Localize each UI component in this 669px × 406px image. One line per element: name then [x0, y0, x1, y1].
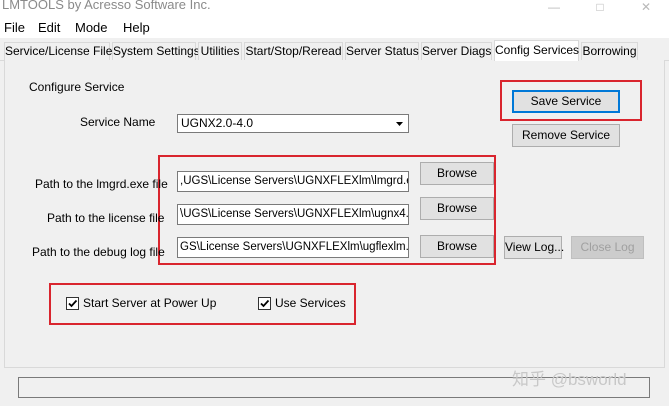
- menu-bar: File Edit Mode Help: [0, 18, 669, 38]
- lmgrd-path-label: Path to the lmgrd.exe file: [35, 177, 168, 191]
- debug-log-path-label: Path to the debug log file: [32, 245, 165, 259]
- tab-utilities[interactable]: Utilities: [198, 42, 242, 61]
- start-at-power-up-label: Start Server at Power Up: [83, 296, 217, 310]
- menu-help[interactable]: Help: [123, 20, 150, 35]
- start-at-power-up-checkbox[interactable]: [66, 297, 79, 310]
- service-name-value: UGNX2.0-4.0: [181, 116, 254, 130]
- tab-start-stop-reread[interactable]: Start/Stop/Reread: [244, 42, 343, 61]
- close-log-button[interactable]: Close Log: [571, 236, 644, 259]
- window-title: LMTOOLS by Acresso Software Inc.: [2, 0, 211, 12]
- maximize-icon[interactable]: □: [580, 0, 620, 16]
- menu-mode[interactable]: Mode: [75, 20, 108, 35]
- minimize-icon[interactable]: —: [534, 0, 574, 16]
- service-name-select[interactable]: UGNX2.0-4.0: [177, 114, 409, 133]
- browse-debug-log-button[interactable]: Browse: [420, 235, 494, 258]
- service-name-label: Service Name: [80, 115, 156, 129]
- watermark: 知乎 @bsworld: [512, 370, 627, 389]
- tab-service-license-file[interactable]: Service/License File: [4, 42, 112, 61]
- lmgrd-path-input[interactable]: ,UGS\License Servers\UGNXFLEXlm\lmgrd.ex…: [177, 171, 409, 192]
- use-services-label: Use Services: [275, 296, 346, 310]
- tab-config-services[interactable]: Config Services: [494, 40, 579, 61]
- tab-system-settings[interactable]: System Settings: [112, 42, 200, 61]
- tab-server-status[interactable]: Server Status: [345, 42, 419, 61]
- remove-service-button[interactable]: Remove Service: [512, 124, 620, 147]
- checkmark-icon: [68, 299, 78, 308]
- close-icon[interactable]: ✕: [626, 0, 666, 16]
- checkmark-icon: [260, 299, 270, 308]
- tab-server-diags[interactable]: Server Diags: [421, 42, 492, 61]
- license-path-input[interactable]: \UGS\License Servers\UGNXFLEXlm\ugnx4.li…: [177, 204, 409, 225]
- browse-license-button[interactable]: Browse: [420, 197, 494, 220]
- license-path-label: Path to the license file: [47, 211, 165, 225]
- tab-borrowing[interactable]: Borrowing: [581, 42, 638, 61]
- debug-log-path-input[interactable]: GS\License Servers\UGNXFLEXlm\ugflexlm.l…: [177, 237, 409, 258]
- menu-edit[interactable]: Edit: [38, 20, 60, 35]
- menu-file[interactable]: File: [4, 20, 25, 35]
- use-services-checkbox[interactable]: [258, 297, 271, 310]
- chevron-down-icon[interactable]: [392, 116, 407, 131]
- title-bar: LMTOOLS by Acresso Software Inc. — □ ✕: [0, 0, 669, 18]
- view-log-button[interactable]: View Log...: [504, 236, 564, 259]
- save-service-button[interactable]: Save Service: [512, 90, 620, 113]
- configure-service-label: Configure Service: [29, 80, 125, 94]
- browse-lmgrd-button[interactable]: Browse: [420, 162, 494, 185]
